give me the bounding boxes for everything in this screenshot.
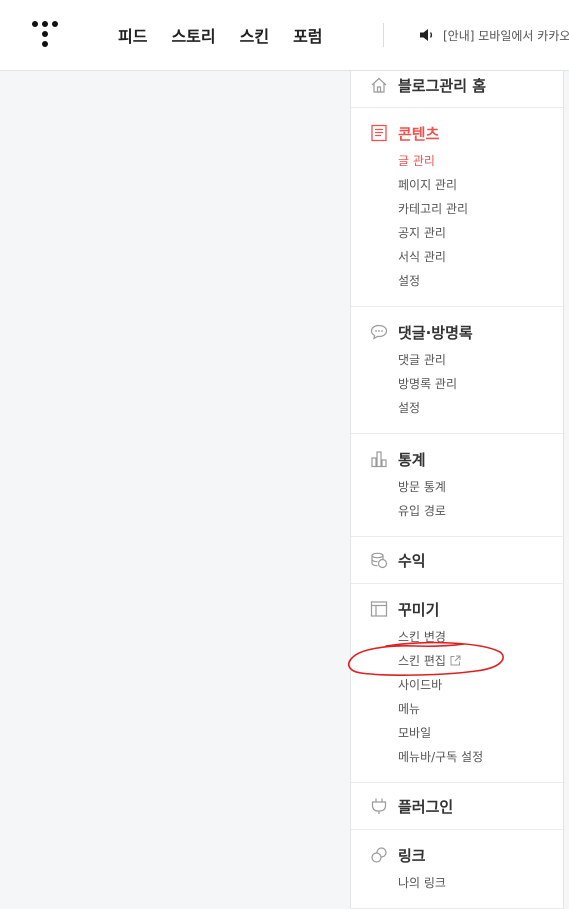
- sidebar-item-category-manage[interactable]: 카테고리 관리: [351, 197, 563, 221]
- section-revenue: 수익: [351, 537, 563, 584]
- section-title-plugin: 플러그인: [398, 797, 454, 816]
- sidebar-item-contents-settings[interactable]: 설정: [351, 269, 563, 293]
- main-content-area: [0, 71, 350, 909]
- section-title-stats: 통계: [398, 450, 426, 469]
- sidebar-item-sidebar-settings[interactable]: 사이드바: [351, 673, 563, 697]
- sidebar-item-visit-stats[interactable]: 방문 통계: [351, 475, 563, 499]
- link-submenu: 나의 링크: [351, 871, 563, 895]
- external-link-icon: [450, 655, 461, 666]
- sidebar-item-menu[interactable]: 메뉴: [351, 697, 563, 721]
- tistory-logo[interactable]: [32, 21, 58, 49]
- coins-icon: [371, 552, 388, 569]
- nav-story[interactable]: 스토리: [171, 23, 215, 47]
- layout-icon: [370, 601, 388, 617]
- plug-icon: [371, 798, 387, 814]
- section-contents: 콘텐츠 글 관리 페이지 관리 카테고리 관리 공지 관리 서식 관리 설정: [351, 108, 563, 307]
- section-decorate: 꾸미기 스킨 변경 스킨 편집 사이드바 메뉴 모바일 메뉴바/구독 설정: [351, 584, 563, 783]
- sidebar-item-my-links[interactable]: 나의 링크: [351, 871, 563, 895]
- section-home: 블로그관리 홈: [351, 71, 563, 108]
- top-bar: 피드 스토리 스킨 포럼 [안내] 모바일에서 카카오: [0, 0, 569, 71]
- section-title-revenue: 수익: [398, 551, 426, 570]
- sidebar-item-skin-edit[interactable]: 스킨 편집: [351, 649, 563, 673]
- sidebar-item-template-manage[interactable]: 서식 관리: [351, 245, 563, 269]
- section-title-decorate: 꾸미기: [398, 600, 440, 619]
- section-title-comments: 댓글·방명록: [398, 323, 473, 342]
- contents-submenu: 글 관리 페이지 관리 카테고리 관리 공지 관리 서식 관리 설정: [351, 149, 563, 293]
- main-nav: 피드 스토리 스킨 포럼: [118, 0, 347, 70]
- skin-edit-label: 스킨 편집: [398, 654, 446, 668]
- sidebar-item-home[interactable]: 블로그관리 홈: [351, 73, 563, 97]
- section-link: 링크 나의 링크: [351, 830, 563, 909]
- sidebar-item-comments-settings[interactable]: 설정: [351, 396, 563, 420]
- section-comments: 댓글·방명록 댓글 관리 방명록 관리 설정: [351, 307, 563, 434]
- sidebar-item-guestbook-manage[interactable]: 방명록 관리: [351, 372, 563, 396]
- section-title-home: 블로그관리 홈: [398, 76, 487, 95]
- sidebar-item-contents[interactable]: 콘텐츠: [351, 121, 563, 145]
- sidebar-item-comment-manage[interactable]: 댓글 관리: [351, 348, 563, 372]
- sidebar-item-comments[interactable]: 댓글·방명록: [351, 320, 563, 344]
- nav-skin[interactable]: 스킨: [240, 23, 269, 47]
- sidebar-item-referrer[interactable]: 유입 경로: [351, 499, 563, 523]
- admin-sidebar: 블로그관리 홈 콘텐츠 글 관리 페이지 관리 카테고리 관리 공지 관리 서식…: [350, 71, 564, 909]
- notice-text: [안내] 모바일에서 카카오: [443, 28, 569, 43]
- speech-bubble-icon: [370, 324, 388, 340]
- sidebar-item-mobile[interactable]: 모바일: [351, 721, 563, 745]
- decorate-submenu: 스킨 변경 스킨 편집 사이드바 메뉴 모바일 메뉴바/구독 설정: [351, 625, 563, 769]
- section-stats: 통계 방문 통계 유입 경로: [351, 434, 563, 537]
- section-plugin: 플러그인: [351, 783, 563, 830]
- nav-feed[interactable]: 피드: [118, 23, 147, 47]
- link-icon: [371, 847, 387, 863]
- nav-forum[interactable]: 포럼: [293, 23, 322, 47]
- nav-divider: [383, 23, 384, 47]
- speaker-icon: [420, 29, 433, 41]
- sidebar-item-post-manage[interactable]: 글 관리: [351, 149, 563, 173]
- stats-submenu: 방문 통계 유입 경로: [351, 475, 563, 523]
- home-icon: [371, 77, 387, 93]
- sidebar-item-menubar-subscribe[interactable]: 메뉴바/구독 설정: [351, 745, 563, 769]
- bar-chart-icon: [371, 451, 387, 468]
- notice-banner[interactable]: [안내] 모바일에서 카카오: [419, 0, 569, 70]
- sidebar-item-decorate[interactable]: 꾸미기: [351, 597, 563, 621]
- comments-submenu: 댓글 관리 방명록 관리 설정: [351, 348, 563, 420]
- section-title-contents: 콘텐츠: [398, 124, 440, 143]
- sidebar-item-revenue[interactable]: 수익: [351, 548, 563, 572]
- sidebar-item-skin-change[interactable]: 스킨 변경: [351, 625, 563, 649]
- sidebar-item-plugin[interactable]: 플러그인: [351, 794, 563, 818]
- sidebar-item-notice-manage[interactable]: 공지 관리: [351, 221, 563, 245]
- sidebar-item-link[interactable]: 링크: [351, 843, 563, 867]
- sidebar-item-page-manage[interactable]: 페이지 관리: [351, 173, 563, 197]
- section-title-link: 링크: [398, 846, 426, 865]
- sidebar-item-stats[interactable]: 통계: [351, 447, 563, 471]
- document-icon: [371, 124, 387, 142]
